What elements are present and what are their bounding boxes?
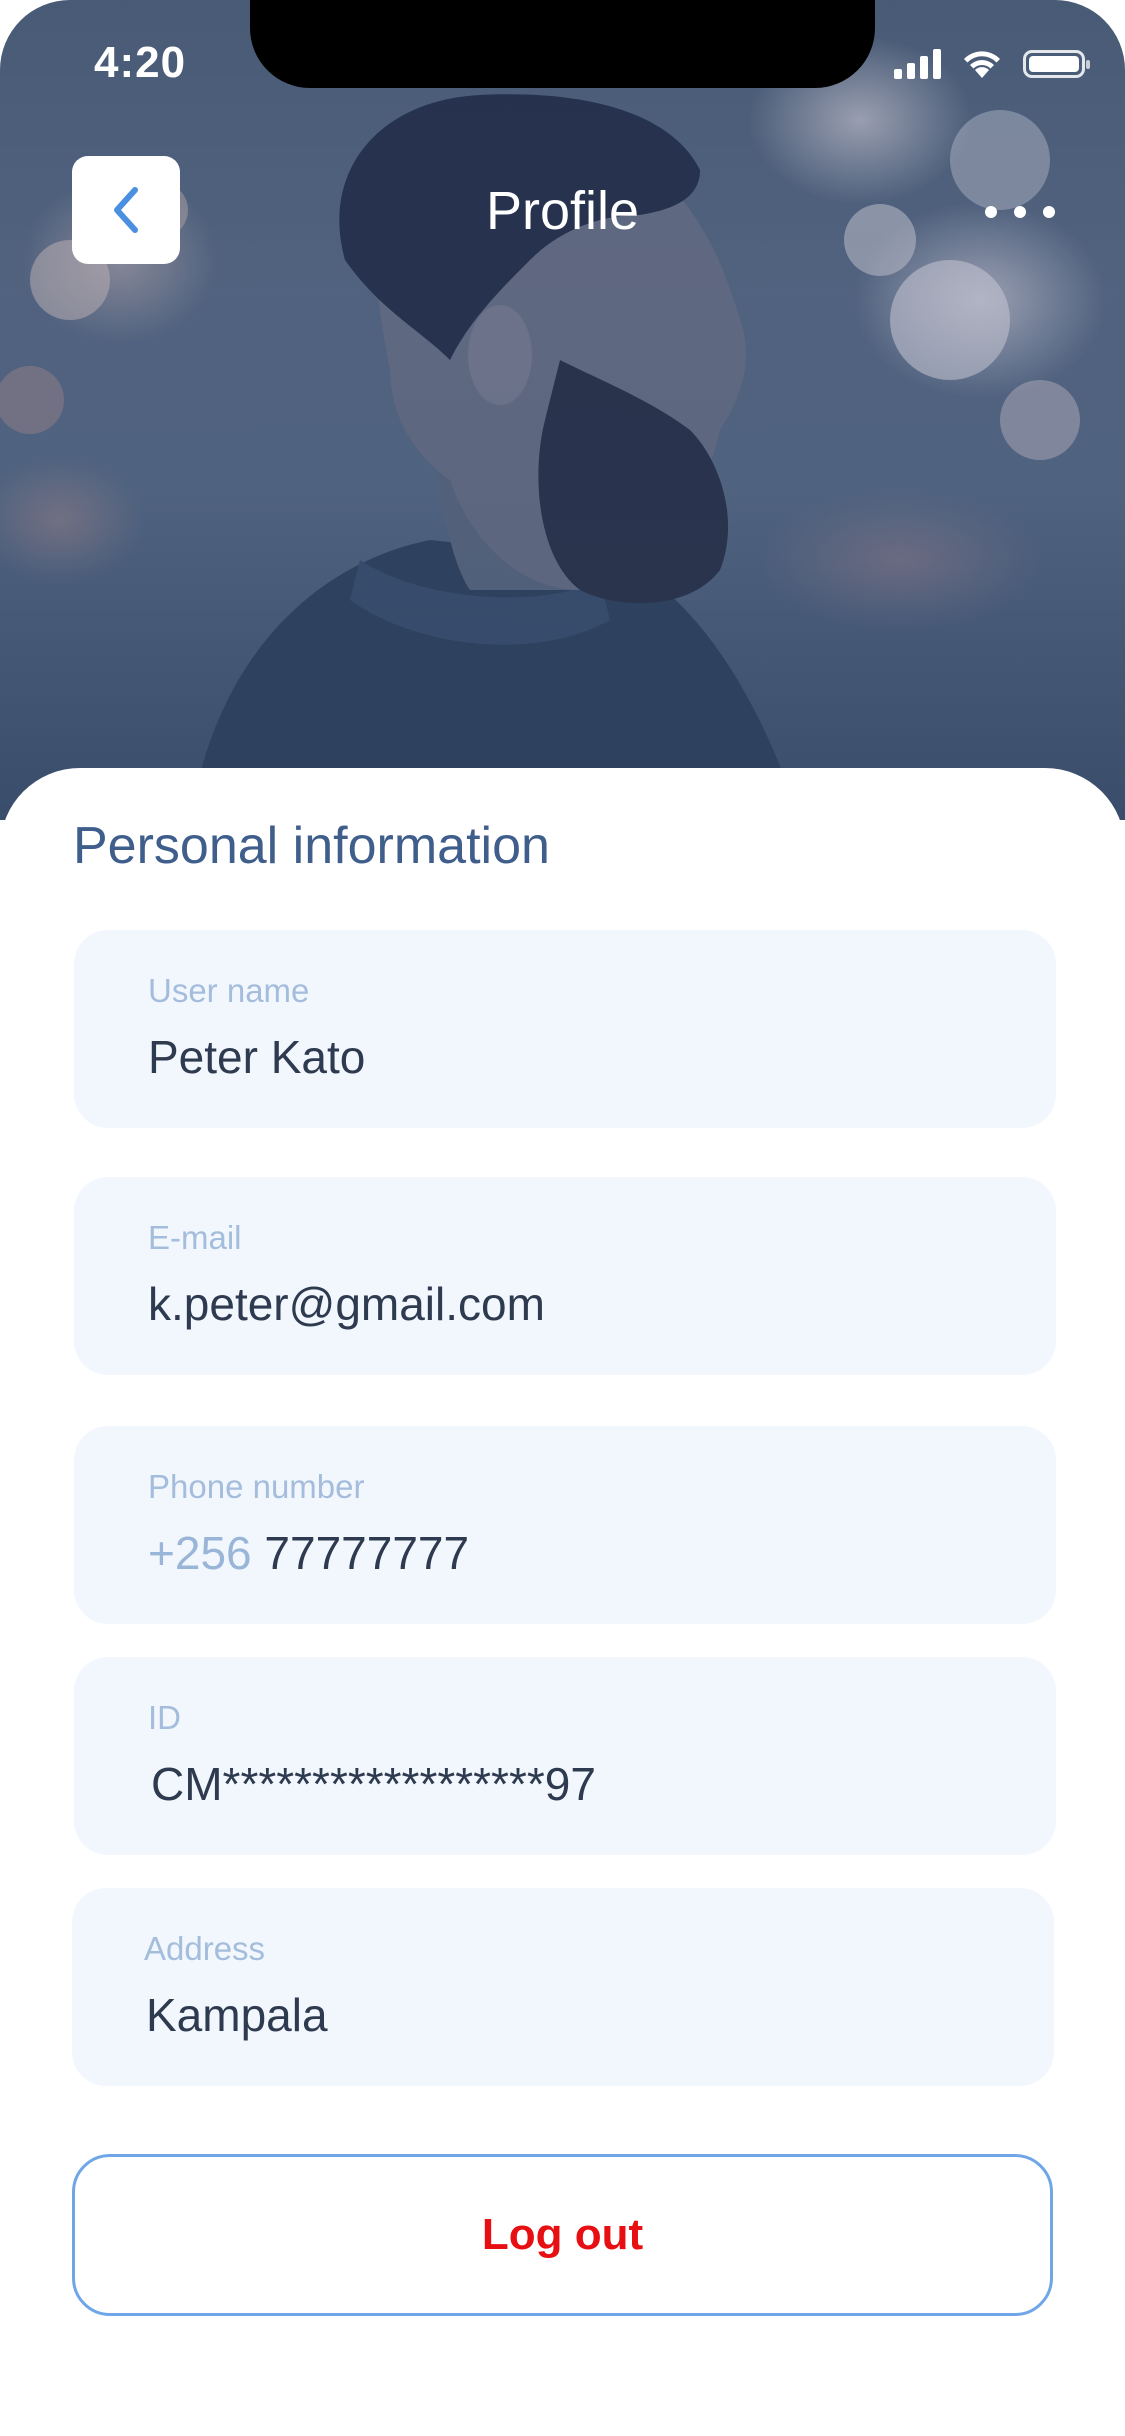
- id-field[interactable]: ID CM******************97: [74, 1657, 1056, 1855]
- address-field[interactable]: Address Kampala: [72, 1888, 1054, 2086]
- more-horizontal-icon-dot: [985, 206, 997, 218]
- id-value: CM******************97: [151, 1758, 596, 1810]
- photo-overlay: [0, 0, 1125, 820]
- email-field[interactable]: E-mail k.peter@gmail.com: [74, 1177, 1056, 1375]
- cellular-signal-icon: [894, 49, 941, 79]
- page-title: Profile: [485, 181, 640, 241]
- phone-field[interactable]: Phone number +256 77777777: [74, 1426, 1056, 1624]
- section-title: Personal information: [73, 817, 550, 875]
- id-label: ID: [148, 1699, 181, 1736]
- wifi-icon: [964, 51, 1000, 78]
- battery-icon: [1023, 50, 1090, 78]
- address-label: Address: [144, 1930, 266, 1967]
- address-value: Kampala: [146, 1989, 328, 2041]
- profile-sheet: Personal information User name Peter Kat…: [0, 768, 1125, 2436]
- phone-label: Phone number: [148, 1468, 365, 1505]
- more-horizontal-icon-dot: [1014, 206, 1026, 218]
- logout-button[interactable]: Log out: [72, 2154, 1053, 2316]
- phone-number-value: 77777777: [264, 1527, 470, 1579]
- username-field[interactable]: User name Peter Kato: [74, 930, 1056, 1128]
- email-value: k.peter@gmail.com: [148, 1278, 545, 1330]
- more-options-button[interactable]: [985, 192, 1055, 232]
- status-time: 4:20: [94, 38, 187, 87]
- more-horizontal-icon-dot: [1043, 206, 1055, 218]
- device-notch: [250, 0, 875, 88]
- email-label: E-mail: [148, 1219, 242, 1256]
- phone-value-row: +256 77777777: [148, 1526, 469, 1580]
- phone-country-code: +256: [148, 1527, 252, 1579]
- status-icons: [894, 48, 1090, 80]
- username-value: Peter Kato: [148, 1031, 366, 1083]
- profile-cover-photo: [0, 0, 1125, 820]
- username-label: User name: [148, 972, 310, 1009]
